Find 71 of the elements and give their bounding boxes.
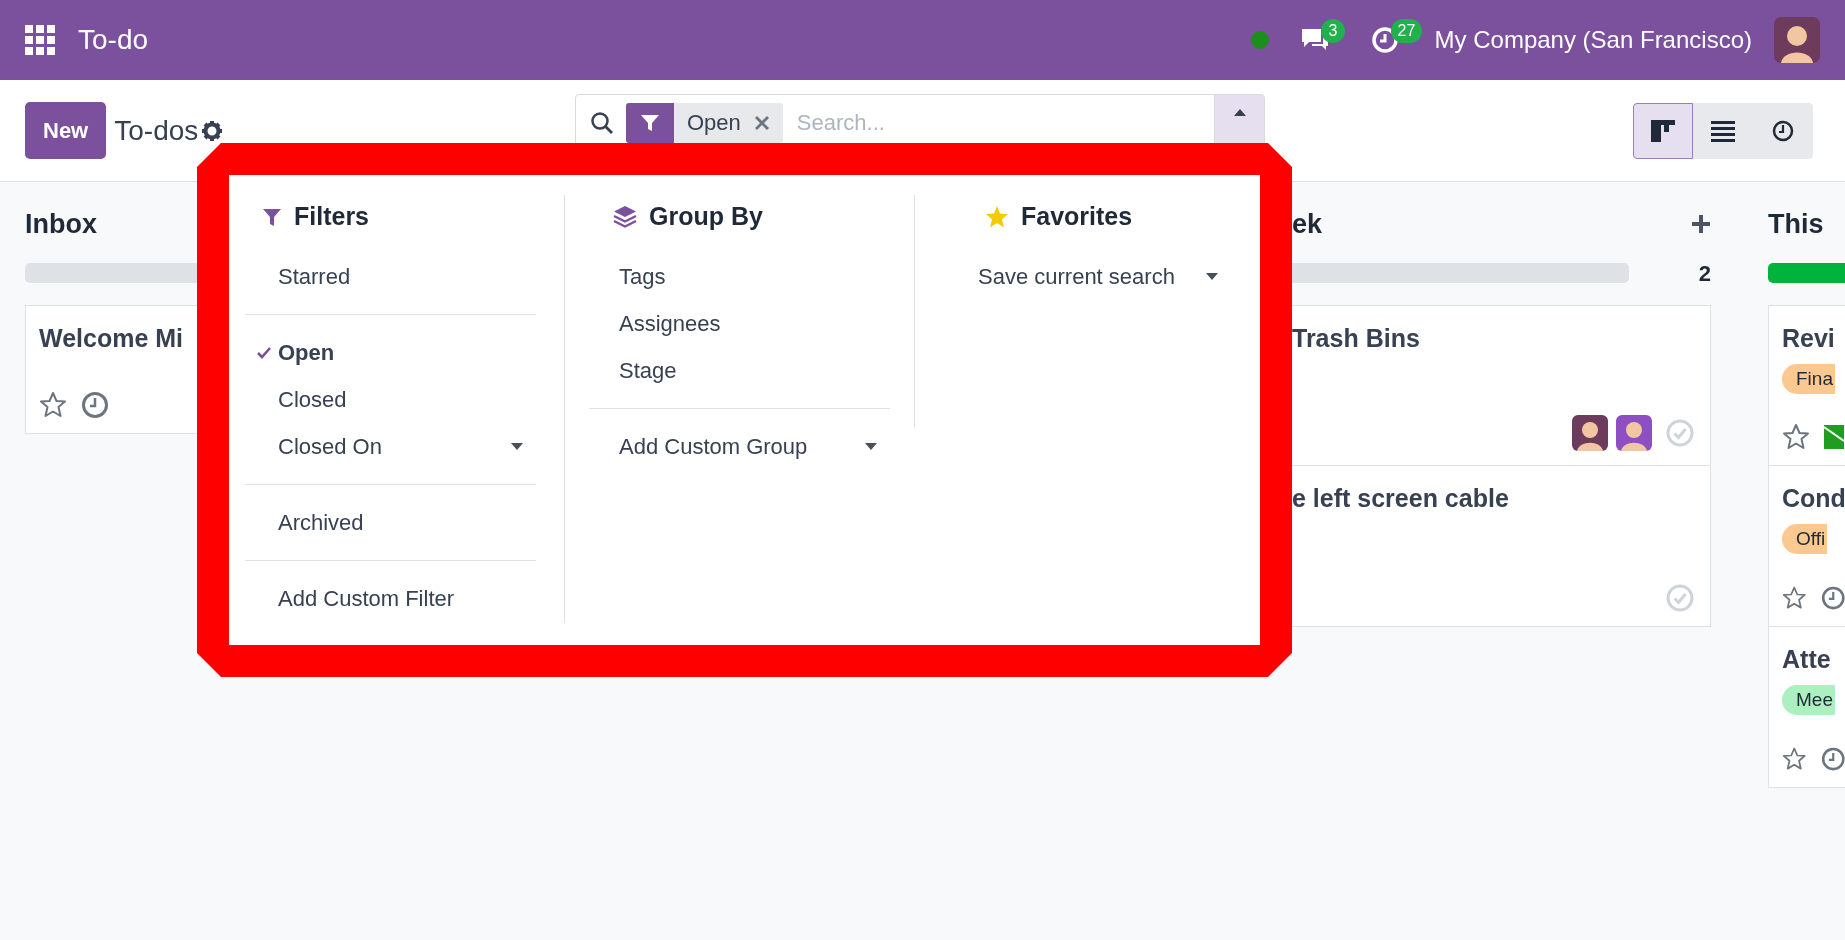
task-card[interactable]: Revi Fina (1768, 305, 1845, 466)
list-view-icon (1711, 119, 1735, 142)
card-title: Revi (1782, 323, 1836, 354)
star-icon (985, 205, 1009, 229)
column-title: Inbox (25, 207, 97, 241)
list-view-button[interactable] (1693, 102, 1753, 159)
card-title: Welcome Mi (39, 323, 185, 354)
column-count: 2 (1698, 259, 1711, 288)
search-icon[interactable] (590, 110, 614, 135)
star-icon[interactable] (1782, 423, 1810, 451)
menu-item[interactable]: Stage (589, 347, 890, 394)
task-card[interactable]: Atte Mee (1768, 627, 1845, 788)
section-title: Group By (649, 201, 763, 233)
card-title: Cond (1782, 483, 1845, 514)
card-title: Atte (1782, 644, 1832, 675)
company-switcher[interactable]: My Company (San Francisco) (1434, 22, 1752, 58)
section-title: Favorites (1021, 201, 1133, 233)
apps-menu-icon[interactable] (25, 25, 55, 55)
task-card[interactable]: Trash Bins (1292, 305, 1711, 466)
tag-badge: Offi (1782, 523, 1828, 554)
add-icon[interactable] (1691, 214, 1711, 234)
caret-down-icon (1205, 272, 1219, 281)
gear-icon[interactable] (202, 120, 223, 141)
card-title: e left screen cable (1292, 483, 1510, 514)
card-title: Trash Bins (1292, 323, 1421, 354)
done-check-icon[interactable] (1666, 584, 1694, 612)
task-card[interactable]: e left screen cable (1292, 466, 1711, 627)
menu-item[interactable]: Archived (245, 499, 536, 546)
clock-icon[interactable] (81, 391, 109, 419)
layers-icon (613, 205, 637, 229)
done-check-icon[interactable] (1666, 419, 1694, 447)
clock-icon[interactable] (1820, 745, 1845, 773)
tag-badge: Mee (1782, 684, 1835, 715)
filter-icon (640, 112, 660, 133)
new-button[interactable]: New (25, 102, 107, 159)
menu-item[interactable]: Add Custom Filter (245, 575, 536, 622)
search-facet[interactable]: Open (626, 102, 783, 143)
filter-icon (262, 207, 282, 227)
search-input[interactable]: Search... (796, 106, 1214, 139)
activity-count-badge: 27 (1390, 19, 1423, 43)
column-title: This (1768, 207, 1824, 241)
kanban-view-button[interactable] (1633, 102, 1693, 159)
caret-down-icon (510, 442, 524, 451)
tag-badge: Fina (1782, 363, 1835, 394)
section-title: Filters (294, 201, 370, 233)
activity-view-button[interactable] (1753, 102, 1813, 159)
menu-item[interactable]: Save current search (939, 253, 1219, 300)
close-icon[interactable] (753, 114, 770, 131)
menu-item[interactable]: Assignees (589, 300, 890, 347)
facet-label: Open (687, 109, 741, 137)
clock-icon[interactable] (1820, 584, 1845, 612)
message-count-badge: 3 (1320, 19, 1346, 43)
activity-view-icon (1771, 119, 1795, 142)
kanban-view-icon (1651, 119, 1675, 142)
menu-item[interactable]: Closed (245, 376, 536, 423)
caret-up-icon (1232, 108, 1247, 117)
user-avatar[interactable] (1774, 17, 1820, 63)
caret-down-icon (864, 442, 878, 451)
menu-item[interactable]: Closed On (245, 423, 536, 470)
star-icon[interactable] (39, 391, 67, 419)
avatar[interactable] (1616, 415, 1652, 451)
column-title: ek (1292, 207, 1323, 241)
app-title[interactable]: To-do (78, 19, 149, 61)
menu-item[interactable]: Starred (245, 253, 536, 300)
menu-item[interactable]: Tags (589, 253, 890, 300)
menu-item[interactable]: Add Custom Group (589, 423, 890, 470)
avatar[interactable] (1572, 415, 1608, 451)
breadcrumb-title: To-dos (114, 113, 199, 148)
task-card[interactable]: Welcome Mi (25, 305, 197, 434)
task-card[interactable]: Cond Offi (1768, 466, 1845, 627)
menu-item[interactable]: Open (245, 329, 536, 376)
